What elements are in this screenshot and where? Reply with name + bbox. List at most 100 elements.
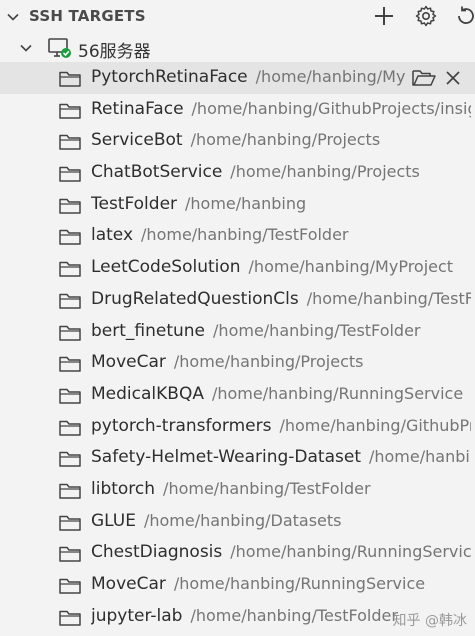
- folder-path: /home/hanbing/RunningService: [211, 383, 464, 403]
- folder-icon: [58, 449, 82, 469]
- folder-text: ServiceBot/home/hanbing/Projects: [91, 130, 471, 150]
- folder-text: PytorchRetinaFace/home/hanbing/MyProject: [91, 67, 407, 87]
- folder-name: TestFolder: [91, 193, 178, 214]
- folder-name: bert_finetune: [91, 320, 206, 341]
- folder-item[interactable]: TestFolder/home/hanbing: [0, 189, 475, 221]
- refresh-button[interactable]: [454, 4, 475, 28]
- remote-monitor-icon: [47, 36, 73, 60]
- folder-icon: [58, 354, 82, 374]
- folder-name: libtorch: [91, 478, 156, 499]
- folder-text: latex/home/hanbing/TestFolder: [91, 225, 471, 245]
- add-target-button[interactable]: [372, 4, 396, 28]
- folder-icon: [58, 418, 82, 438]
- plus-icon: [375, 7, 393, 25]
- folder-path: /home/hanbing/MyProject: [248, 257, 454, 277]
- folder-icon: [58, 69, 82, 89]
- folder-path: /home/hanbing/RunningService: [173, 574, 426, 593]
- folder-icon: [58, 323, 82, 343]
- folder-icon: [58, 291, 82, 311]
- folder-name: ChestDiagnosis: [91, 542, 223, 563]
- folder-item[interactable]: DrugRelatedQuestionCls/home/hanbing/Test…: [0, 284, 475, 316]
- settings-button[interactable]: [414, 4, 438, 28]
- folder-text: GLUE/home/hanbing/Datasets: [91, 511, 471, 531]
- folder-path: /home/hanbing/RunningService: [230, 542, 471, 562]
- folder-path: /home/hanbing/TestFolder: [190, 605, 398, 625]
- folder-icon: [58, 513, 82, 533]
- folder-name: ServiceBot: [91, 130, 183, 151]
- folder-text: MoveCar/home/hanbing/Projects: [91, 352, 471, 372]
- host-label: 56服务器: [78, 42, 151, 62]
- open-folder-icon[interactable]: [411, 67, 437, 89]
- folder-name: GLUE: [91, 510, 136, 531]
- folder-item[interactable]: ServiceBot/home/hanbing/Projects: [0, 125, 475, 157]
- folder-item[interactable]: libtorch/home/hanbing/TestFolder: [0, 474, 475, 506]
- folder-item[interactable]: RetinaFace/home/hanbing/GithubProjects/i…: [0, 94, 475, 126]
- folder-path: /home/hanbing/Datasets: [143, 510, 342, 530]
- folder-icon: [58, 227, 82, 247]
- folder-icon: [58, 576, 82, 596]
- folder-text: TestFolder/home/hanbing: [91, 194, 471, 214]
- folder-path: /home/hanbing/TestFolder: [306, 288, 471, 308]
- folder-icon: [58, 481, 82, 501]
- folder-path: /home/hanbing/GithubProjects: [279, 415, 471, 435]
- folder-item[interactable]: pytorch-transformers/home/hanbing/Github…: [0, 411, 475, 443]
- section-header[interactable]: SSH TARGETS: [0, 0, 475, 32]
- folder-item[interactable]: GLUE/home/hanbing/Datasets: [0, 506, 475, 538]
- folder-item[interactable]: MedicalKBQA/home/hanbing/RunningService: [0, 379, 475, 411]
- folder-name: pytorch-transformers: [91, 415, 272, 436]
- folder-name: ChatBotService: [91, 162, 223, 183]
- folder-path: /home/hanbing/GithubProjects/insightface: [191, 98, 471, 118]
- folder-path: /home/hanbing/Projects: [173, 352, 364, 372]
- close-icon[interactable]: [443, 68, 463, 88]
- folder-text: RetinaFace/home/hanbing/GithubProjects/i…: [91, 99, 471, 119]
- folder-name: MoveCar: [91, 352, 166, 373]
- folder-icon: [58, 132, 82, 152]
- ssh-targets-panel: SSH TARGETS 56服务器 PytorchRetinaFace /hom…: [0, 0, 475, 636]
- folder-icon: [58, 259, 82, 279]
- folder-path: /home/hanbing/Projects: [190, 130, 381, 150]
- folder-text: Safety-Helmet-Wearing-Dataset/home/hanbi…: [91, 447, 471, 467]
- folder-item[interactable]: LeetCodeSolution/home/hanbing/MyProject: [0, 252, 475, 284]
- section-title: SSH TARGETS: [29, 7, 146, 25]
- folder-name: latex: [91, 225, 134, 246]
- folder-path: /home/hanbing/TestFolder: [141, 225, 349, 245]
- folder-item[interactable]: ChestDiagnosis/home/hanbing/RunningServi…: [0, 537, 475, 569]
- folder-path: /home/hanbing/GithubProjects: [368, 447, 471, 467]
- folder-item[interactable]: PytorchRetinaFace/home/hanbing/MyProject: [0, 62, 475, 94]
- folder-path: /home/hanbing/Projects: [230, 162, 420, 182]
- folder-item[interactable]: latex/home/hanbing/TestFolder: [0, 220, 475, 252]
- folder-path: /home/hanbing/MyProject: [255, 67, 407, 86]
- folder-item[interactable]: bert_finetune/home/hanbing/TestFolder: [0, 316, 475, 348]
- folder-name: MedicalKBQA: [91, 383, 204, 404]
- folder-text: ChestDiagnosis/home/hanbing/RunningServi…: [91, 542, 471, 562]
- folder-name: jupyter-lab: [91, 605, 183, 626]
- refresh-icon: [458, 6, 474, 24]
- folder-icon: [58, 164, 82, 184]
- folder-path: /home/hanbing: [185, 193, 307, 213]
- folder-name: RetinaFace: [91, 98, 184, 119]
- folder-list: PytorchRetinaFace/home/hanbing/MyProject…: [0, 62, 475, 632]
- folder-icon: [58, 544, 82, 564]
- folder-text: libtorch/home/hanbing/TestFolder: [91, 479, 471, 499]
- gear-icon: [415, 5, 437, 27]
- folder-text: MedicalKBQA/home/hanbing/RunningService: [91, 384, 471, 404]
- folder-text: LeetCodeSolution/home/hanbing/MyProject: [91, 257, 471, 277]
- folder-text: pytorch-transformers/home/hanbing/Github…: [91, 416, 471, 436]
- folder-item[interactable]: Safety-Helmet-Wearing-Dataset/home/hanbi…: [0, 442, 475, 474]
- folder-text: DrugRelatedQuestionCls/home/hanbing/Test…: [91, 289, 471, 309]
- folder-item[interactable]: MoveCar/home/hanbing/Projects: [0, 347, 475, 379]
- folder-name: MoveCar: [91, 574, 166, 594]
- folder-name: LeetCodeSolution: [91, 257, 241, 278]
- chevron-down-icon[interactable]: [6, 9, 20, 23]
- folder-text: ChatBotService/home/hanbing/Projects: [91, 162, 471, 182]
- folder-icon: [58, 196, 82, 216]
- watermark: 知乎 @韩冰: [392, 613, 467, 629]
- ssh-host-item[interactable]: 56服务器: [0, 32, 475, 62]
- folder-path: /home/hanbing/TestFolder: [213, 320, 421, 340]
- folder-icon: [58, 386, 82, 406]
- folder-name: DrugRelatedQuestionCls: [91, 288, 299, 309]
- folder-item[interactable]: ChatBotService/home/hanbing/Projects: [0, 157, 475, 189]
- folder-item[interactable]: MoveCar/home/hanbing/RunningService: [0, 569, 475, 601]
- chevron-down-icon[interactable]: [19, 40, 33, 54]
- folder-text: bert_finetune/home/hanbing/TestFolder: [91, 321, 471, 341]
